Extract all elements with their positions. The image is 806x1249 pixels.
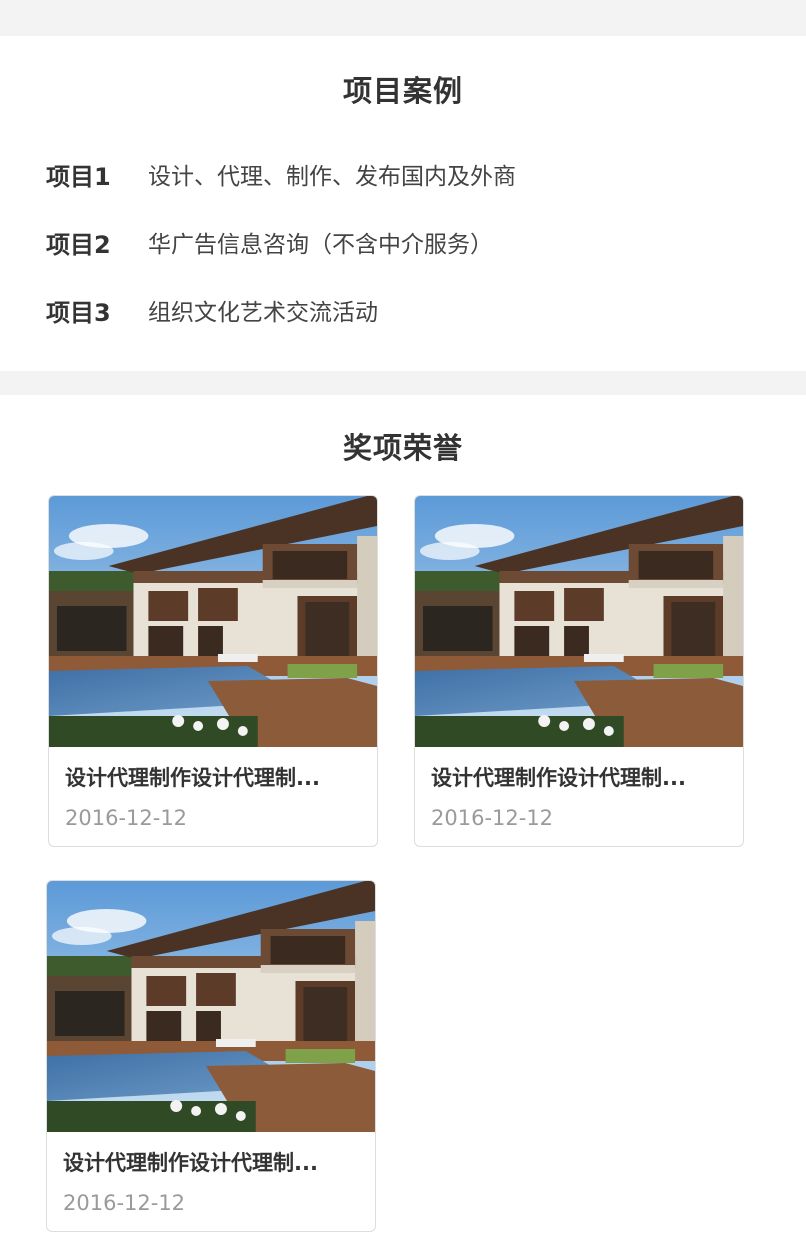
award-image (415, 496, 743, 747)
award-image (49, 496, 377, 747)
award-date: 2016-12-12 (65, 806, 188, 830)
award-title: 设计代理制作设计代理制... (431, 766, 686, 790)
project-item-1[interactable]: 项目1 设计、代理、制作、发布国内及外商 (46, 156, 516, 192)
award-card[interactable]: 设计代理制作设计代理制... 2016-12-12 (46, 880, 376, 1232)
award-card[interactable]: 设计代理制作设计代理制... 2016-12-12 (414, 495, 744, 847)
award-card[interactable]: 设计代理制作设计代理制... 2016-12-12 (48, 495, 378, 847)
project-item-3[interactable]: 项目3 组织文化艺术交流活动 (46, 292, 378, 328)
projects-section-title: 项目案例 (342, 74, 463, 108)
project-description: 设计、代理、制作、发布国内及外商 (148, 164, 516, 190)
award-image (47, 881, 375, 1132)
project-description: 华广告信息咨询（不含中介服务） (148, 232, 493, 258)
award-date: 2016-12-12 (431, 806, 554, 830)
section-divider (0, 371, 806, 395)
awards-section-title: 奖项荣誉 (342, 431, 463, 465)
award-title: 设计代理制作设计代理制... (63, 1151, 318, 1175)
project-number: 项目3 (46, 298, 111, 327)
top-divider (0, 0, 806, 36)
project-number: 项目1 (46, 162, 111, 191)
project-description: 组织文化艺术交流活动 (148, 300, 378, 326)
project-item-2[interactable]: 项目2 华广告信息咨询（不含中介服务） (46, 224, 493, 260)
project-number: 项目2 (46, 230, 111, 259)
award-date: 2016-12-12 (63, 1191, 186, 1215)
award-title: 设计代理制作设计代理制... (65, 766, 320, 790)
